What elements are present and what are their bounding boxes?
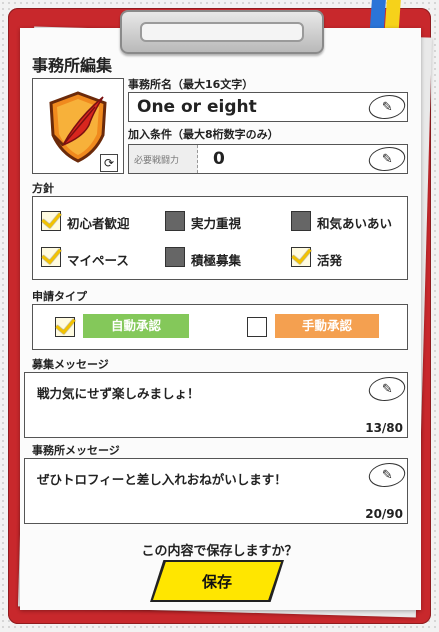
option-label: 和気あいあい xyxy=(317,216,393,231)
option-label: 活発 xyxy=(317,253,343,268)
pencil-icon[interactable]: ✎ xyxy=(366,95,408,119)
save-button[interactable]: 保存 xyxy=(153,562,281,600)
policy-label: 方針 xyxy=(32,182,54,195)
option-label: 初心者歓迎 xyxy=(67,216,130,231)
power-sublabel: 必要戦闘力 xyxy=(134,156,180,166)
checkbox-active-recruit[interactable] xyxy=(165,247,185,267)
pencil-icon[interactable]: ✎ xyxy=(366,463,408,487)
checkbox-beginner[interactable] xyxy=(41,211,61,231)
recruit-message-label: 募集メッセージ xyxy=(32,358,109,371)
checkbox-skill[interactable] xyxy=(165,211,185,231)
join-condition-field[interactable]: 必要戦闘力 0 ✎ xyxy=(128,144,408,174)
option-label: マイペース xyxy=(67,253,129,268)
page-title: 事務所編集 xyxy=(32,56,113,75)
option-label: 実力重視 xyxy=(191,216,242,231)
checkbox-manual-approve[interactable] xyxy=(247,317,267,337)
name-field-value: One or eight xyxy=(137,97,257,117)
pencil-icon[interactable]: ✎ xyxy=(366,147,408,171)
policy-box: 初心者歓迎 実力重視 和気あいあい マイペース 積極募集 活発 xyxy=(32,196,408,280)
checkbox-friendly[interactable] xyxy=(291,211,311,231)
pencil-icon[interactable]: ✎ xyxy=(366,377,408,401)
recruit-message-count: 13/80 xyxy=(365,421,403,435)
checkbox-auto-approve[interactable] xyxy=(55,317,75,337)
apply-type-label: 申請タイプ xyxy=(32,290,87,303)
office-message-label: 事務所メッセージ xyxy=(32,444,120,457)
manual-approve-button[interactable]: 手動承認 xyxy=(275,314,379,338)
office-message-text: ぜひトロフィーと差し入れおねがいします！ xyxy=(37,472,287,487)
office-message-field[interactable]: ぜひトロフィーと差し入れおねがいします！ ✎ 20/90 xyxy=(24,458,408,524)
name-field[interactable]: One or eight ✎ xyxy=(128,92,408,122)
option-label: 積極募集 xyxy=(191,253,242,268)
auto-approve-button[interactable]: 自動承認 xyxy=(83,314,189,338)
recruit-message-text: 戦力気にせず楽しみましょ！ xyxy=(37,386,200,401)
checkbox-lively[interactable] xyxy=(291,247,311,267)
apply-type-box: 自動承認 手動承認 xyxy=(32,304,408,350)
office-message-count: 20/90 xyxy=(365,507,403,521)
recruit-message-field[interactable]: 戦力気にせず楽しみましょ！ ✎ 13/80 xyxy=(24,372,408,438)
join-field-label: 加入条件（最大8桁数字のみ） xyxy=(128,128,279,141)
join-condition-value: 0 xyxy=(213,149,225,169)
clip-icon xyxy=(120,10,324,54)
name-field-label: 事務所名（最大16文字） xyxy=(128,78,254,91)
checkbox-mypace[interactable] xyxy=(41,247,61,267)
refresh-icon[interactable]: ⟳ xyxy=(100,154,118,172)
save-confirm-text: この内容で保存しますか？ xyxy=(141,544,298,559)
